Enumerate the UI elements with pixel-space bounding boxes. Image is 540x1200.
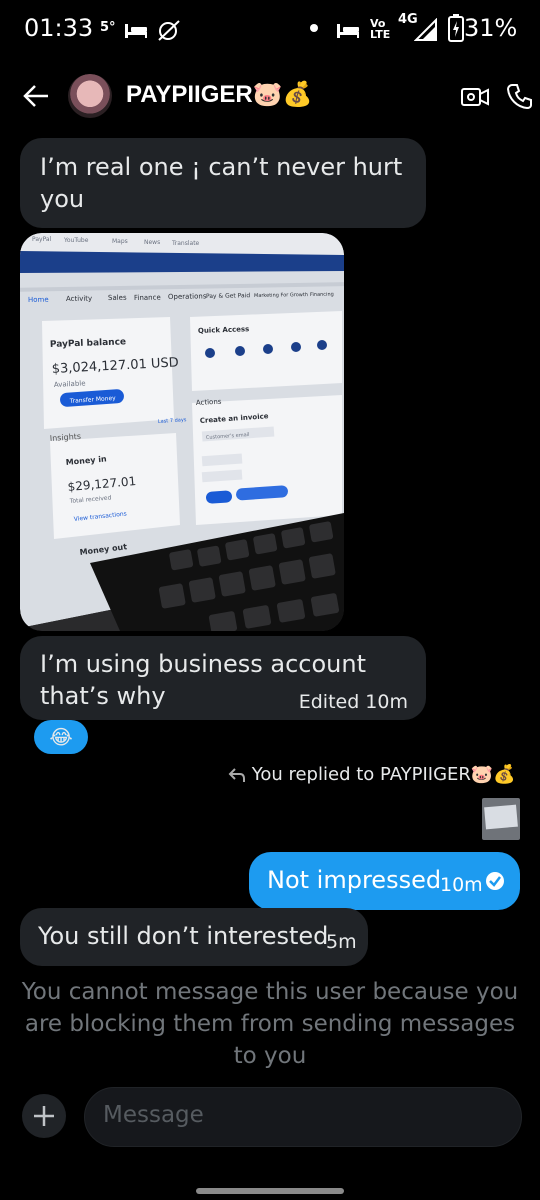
reaction-badge[interactable]: 😂 xyxy=(34,720,88,754)
reply-thumbnail[interactable] xyxy=(482,798,520,840)
chat-header: PAYPIIGER🐷💰 xyxy=(0,66,540,128)
photo-nav: Financing xyxy=(310,292,334,298)
message-text-line: I’m using business account xyxy=(40,650,367,678)
battery-percent: 31% xyxy=(464,14,518,42)
avatar[interactable] xyxy=(68,74,112,118)
message-text-line: I’m real one ¡ can’t never hurt xyxy=(40,153,403,181)
photo-nav: Marketing For Growth xyxy=(254,292,308,299)
reply-arrow-icon xyxy=(228,768,245,782)
message-timestamp: 10m xyxy=(440,874,483,896)
volte-label: Vo LTE xyxy=(370,17,391,41)
photo-nav: Home xyxy=(28,296,49,304)
signal-icon xyxy=(414,18,437,41)
video-call-icon[interactable] xyxy=(460,84,490,110)
photo-nav: Operations xyxy=(168,292,207,301)
message-text-line: you xyxy=(40,185,85,213)
arrow-left-icon[interactable] xyxy=(22,82,50,110)
photo-available: Available xyxy=(54,379,86,389)
home-indicator[interactable] xyxy=(196,1188,344,1194)
message-text: You still don’t interested xyxy=(38,922,329,950)
photo-actions: Actions xyxy=(196,398,222,407)
reply-indicator: You replied to PAYPIIGER🐷💰 xyxy=(228,764,520,794)
photo-tab: News xyxy=(144,239,160,246)
photo-nav: Activity xyxy=(66,295,92,303)
photo-nav: Finance xyxy=(134,294,161,302)
outgoing-message[interactable]: Not impressed 10m xyxy=(249,852,520,910)
photo-tab: YouTube xyxy=(63,237,89,244)
photo-tab: Maps xyxy=(112,238,128,245)
notification-off-icon xyxy=(158,20,180,41)
message-timestamp: 5m xyxy=(326,931,357,953)
photo-nav: Pay & Get Paid xyxy=(206,292,250,300)
photo-tab: Translate xyxy=(171,240,200,247)
photo-message[interactable]: PayPal YouTube Maps News Translate Home … xyxy=(20,233,344,631)
message-input[interactable]: Message xyxy=(84,1087,522,1147)
blocked-notice: You cannot message this user because you… xyxy=(21,979,519,1069)
incoming-message-edited[interactable]: I’m using business account that’s why Ed… xyxy=(20,636,426,720)
add-attachment-button[interactable] xyxy=(22,1094,66,1138)
message-text: Not impressed xyxy=(267,866,442,894)
reply-indicator-text: You replied to PAYPIIGER🐷💰 xyxy=(251,764,516,785)
status-bar: 01:33 5° Vo LTE 4G 31% xyxy=(0,0,540,58)
chat-title[interactable]: PAYPIIGER🐷💰 xyxy=(126,80,312,109)
bed-icon xyxy=(125,24,147,38)
status-time: 01:33 xyxy=(24,14,94,42)
dot-indicator xyxy=(310,24,318,32)
status-temperature: 5° xyxy=(100,20,116,35)
plus-icon xyxy=(34,1106,54,1126)
bed-icon-right xyxy=(337,24,359,38)
edited-timestamp: Edited 10m xyxy=(298,691,408,713)
phone-icon[interactable] xyxy=(506,82,534,110)
incoming-message[interactable]: You still don’t interested 5m xyxy=(20,908,368,966)
read-receipt-icon xyxy=(486,872,504,890)
photo-tab: PayPal xyxy=(32,236,52,243)
incoming-message[interactable]: I’m real one ¡ can’t never hurt you xyxy=(20,138,426,228)
battery-icon xyxy=(448,14,464,42)
photo-nav: Sales xyxy=(108,294,127,302)
message-input-placeholder: Message xyxy=(103,1102,204,1128)
